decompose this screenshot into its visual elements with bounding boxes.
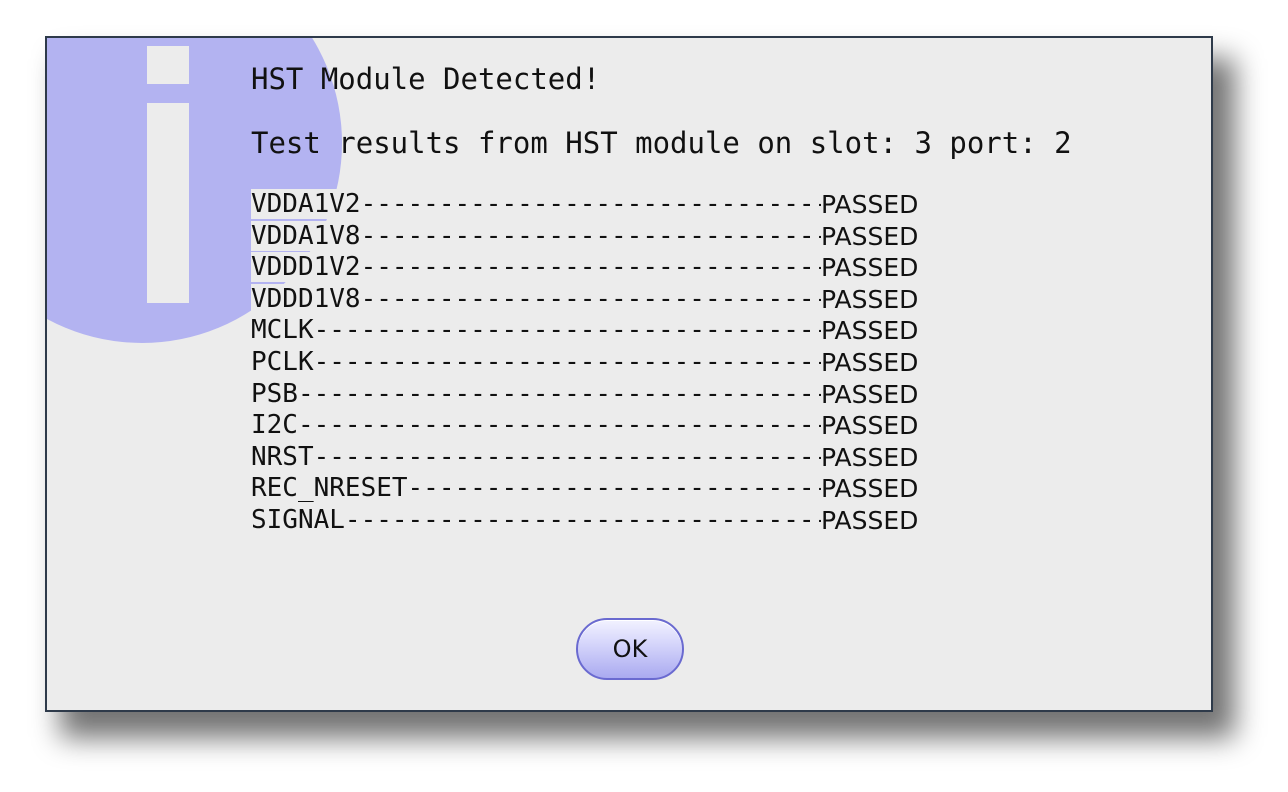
test-status: PASSED bbox=[821, 221, 919, 251]
test-status: PASSED bbox=[821, 505, 919, 535]
test-name: MCLK bbox=[251, 315, 314, 346]
test-result-row: ----------------------------------------… bbox=[251, 441, 941, 474]
test-result-row: ----------------------------------------… bbox=[251, 346, 941, 379]
test-status: PASSED bbox=[821, 442, 919, 472]
dash-leader: ----------------------------------------… bbox=[251, 346, 821, 377]
dialog-title: HST Module Detected! bbox=[251, 62, 601, 96]
test-status: PASSED bbox=[821, 190, 919, 219]
test-result-row: ----------------------------------------… bbox=[251, 252, 941, 284]
dash-leader: ----------------------------------------… bbox=[251, 410, 821, 441]
test-result-row: ----------------------------------------… bbox=[251, 283, 941, 316]
test-result-row: ----------------------------------------… bbox=[251, 504, 941, 537]
test-result-row: ----------------------------------------… bbox=[251, 473, 941, 505]
test-result-row: ----------------------------------------… bbox=[251, 378, 941, 411]
test-name: VDDA1V2 bbox=[251, 189, 361, 219]
screen: HST Module Detected! Test results from H… bbox=[0, 0, 1288, 792]
test-name: PSB bbox=[251, 378, 298, 409]
test-name: PCLK bbox=[251, 346, 314, 377]
test-result-row: ----------------------------------------… bbox=[251, 189, 941, 221]
test-name: VDDD1V8 bbox=[251, 283, 361, 314]
dash-leader: ----------------------------------------… bbox=[251, 441, 821, 472]
test-status: PASSED bbox=[821, 284, 919, 314]
dialog-message: Test results from HST module on slot: 3 … bbox=[251, 126, 1072, 160]
test-name: NRST bbox=[251, 441, 314, 472]
ok-button[interactable]: OK bbox=[576, 618, 684, 680]
test-result-row: ----------------------------------------… bbox=[251, 315, 941, 347]
test-status: PASSED bbox=[821, 347, 919, 377]
test-name: I2C bbox=[251, 410, 298, 441]
test-status: PASSED bbox=[821, 316, 919, 346]
test-status: PASSED bbox=[821, 474, 919, 504]
test-name: SIGNAL bbox=[251, 504, 345, 535]
test-status: PASSED bbox=[821, 411, 919, 441]
test-result-row: ----------------------------------------… bbox=[251, 410, 941, 442]
test-status: PASSED bbox=[821, 253, 919, 283]
dash-leader: ----------------------------------------… bbox=[251, 315, 821, 346]
test-name: VDDA1V8 bbox=[251, 220, 361, 251]
test-name: REC_NRESET bbox=[251, 473, 408, 504]
dash-leader: ----------------------------------------… bbox=[251, 378, 821, 409]
test-results-list: ----------------------------------------… bbox=[251, 189, 941, 537]
test-status: PASSED bbox=[821, 379, 919, 409]
test-name: VDDD1V2 bbox=[251, 252, 361, 283]
test-result-row: ----------------------------------------… bbox=[251, 220, 941, 253]
info-dialog: HST Module Detected! Test results from H… bbox=[45, 36, 1213, 712]
